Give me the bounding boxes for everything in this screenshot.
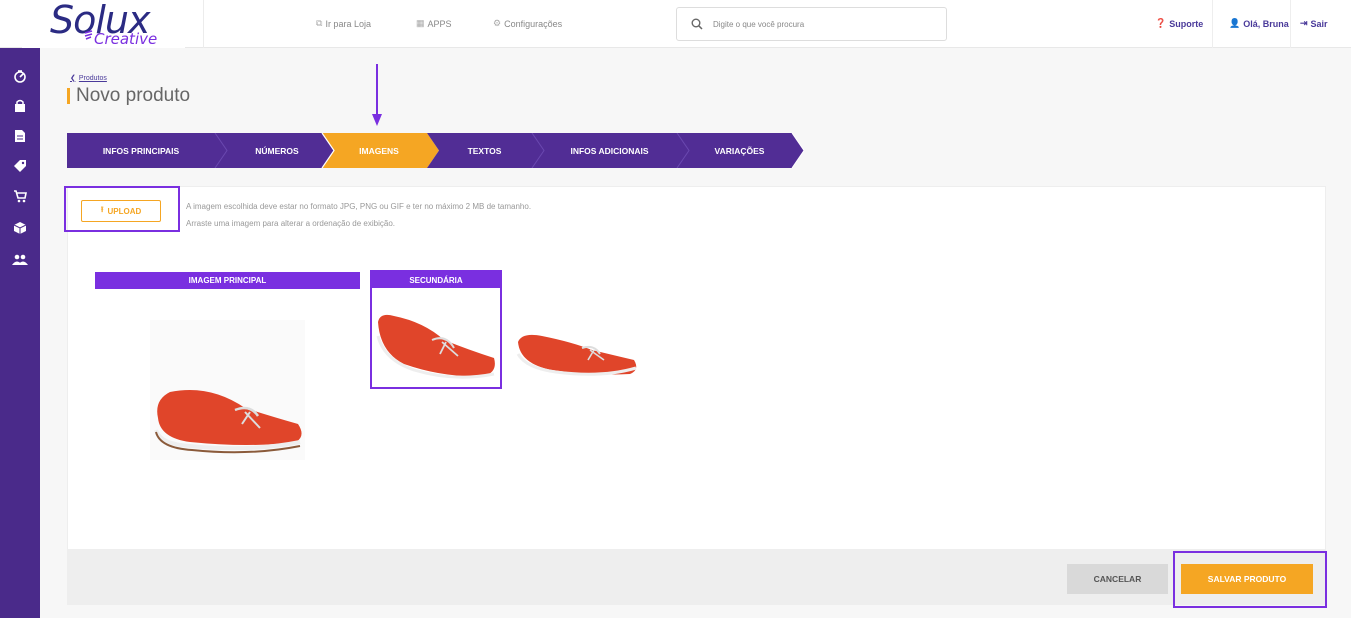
nav-apps-label: APPS	[427, 18, 452, 29]
nav-settings-link[interactable]: ⚙ Configurações	[493, 18, 562, 29]
logo-sub-text: Creative	[94, 30, 158, 48]
step-imagens[interactable]: IMAGENS	[329, 133, 429, 168]
step-label: TEXTOS	[467, 145, 502, 156]
top-bar: Solux Creative ⧉ Ir para Loja ▦ APPS ⚙ C…	[0, 0, 1351, 48]
page-title: Novo produto	[76, 85, 191, 106]
shoe-image	[376, 314, 495, 379]
logout-label: Sair	[1310, 18, 1328, 29]
step-numeros[interactable]: NÚMEROS	[227, 133, 327, 168]
step-label: IMAGENS	[359, 145, 399, 156]
breadcrumb-link[interactable]: Produtos	[79, 75, 107, 82]
shoe-image	[516, 334, 637, 376]
logout-icon: ⇥	[1300, 18, 1308, 28]
shoe-image	[154, 390, 302, 454]
nav-store-label: Ir para Loja	[325, 18, 371, 29]
main-image-label: IMAGEM PRINCIPAL	[95, 272, 360, 289]
search-input[interactable]	[713, 19, 913, 29]
question-icon: ❓	[1155, 18, 1167, 28]
search-icon	[691, 18, 703, 30]
divider	[1290, 0, 1291, 48]
breadcrumb[interactable]: ❮ Produtos	[70, 74, 107, 83]
external-link-icon: ⧉	[316, 18, 323, 28]
users-icon[interactable]	[12, 252, 28, 268]
orders-icon[interactable]	[12, 98, 28, 114]
search-box[interactable]	[676, 7, 947, 41]
step-label: INFOS ADICIONAIS	[570, 145, 649, 156]
upload-button[interactable]: ⭱ UPLOAD	[81, 200, 161, 222]
divider	[1212, 0, 1213, 48]
step-textos[interactable]: TEXTOS	[432, 133, 537, 168]
logout-link[interactable]: ⇥ Sair	[1300, 18, 1328, 29]
step-variacoes[interactable]: VARIAÇÕES	[682, 133, 797, 168]
step-label: VARIAÇÕES	[714, 145, 765, 156]
annotation-arrow-head	[372, 114, 382, 126]
user-label: Olá, Bruna	[1243, 18, 1289, 29]
main-image[interactable]	[150, 320, 305, 460]
step-label: INFOS PRINCIPAIS	[102, 145, 180, 156]
document-icon[interactable]	[12, 128, 28, 144]
secondary-image-label: SECUNDÁRIA	[372, 272, 500, 288]
third-image[interactable]	[512, 320, 640, 380]
secondary-image[interactable]	[374, 292, 498, 386]
nav-store-link[interactable]: ⧉ Ir para Loja	[316, 18, 371, 29]
user-menu[interactable]: 👤 Olá, Bruna	[1229, 18, 1289, 29]
support-label: Suporte	[1169, 18, 1204, 29]
nav-apps-link[interactable]: ▦ APPS	[416, 18, 452, 29]
cancel-button[interactable]: CANCELAR	[1067, 564, 1168, 594]
divider	[203, 0, 204, 48]
logo[interactable]: Solux Creative	[22, 0, 185, 48]
step-label: NÚMEROS	[255, 145, 299, 156]
back-icon: ❮	[70, 75, 76, 82]
wizard-steps: INFOS PRINCIPAIS NÚMEROS IMAGENS TEXTOS …	[67, 133, 807, 168]
upload-label: UPLOAD	[107, 206, 142, 216]
step-infos-adicionais[interactable]: INFOS ADICIONAIS	[537, 133, 682, 168]
dashboard-icon[interactable]	[12, 68, 28, 84]
tag-icon[interactable]	[12, 158, 28, 174]
gear-icon: ⚙	[493, 18, 502, 28]
title-accent	[67, 88, 70, 104]
bulb-icon	[84, 30, 93, 40]
grid-icon: ▦	[416, 18, 425, 28]
annotation-arrow	[376, 64, 378, 116]
cart-icon[interactable]	[12, 188, 28, 204]
upload-help-text: A imagem escolhida deve estar no formato…	[186, 202, 532, 211]
step-infos-principais[interactable]: INFOS PRINCIPAIS	[67, 133, 215, 168]
upload-help-text-2: Arraste uma imagem para alterar a ordena…	[186, 219, 395, 228]
upload-icon: ⭱	[100, 205, 104, 214]
sidebar	[0, 48, 40, 618]
save-product-button[interactable]: SALVAR PRODUTO	[1181, 564, 1313, 594]
support-link[interactable]: ❓ Suporte	[1155, 18, 1203, 29]
user-icon: 👤	[1229, 18, 1241, 28]
box-icon[interactable]	[12, 220, 28, 236]
nav-settings-label: Configurações	[504, 18, 563, 29]
